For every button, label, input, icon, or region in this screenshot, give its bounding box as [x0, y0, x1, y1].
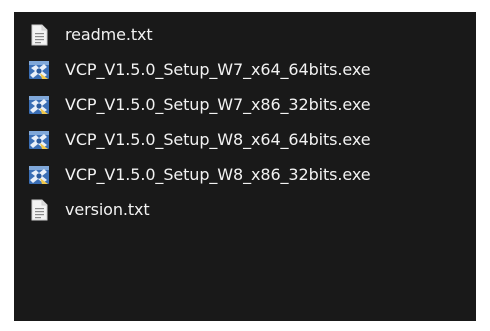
installer-exe-icon: [28, 129, 50, 151]
file-name: VCP_V1.5.0_Setup_W8_x86_32bits.exe: [65, 165, 371, 184]
file-name: VCP_V1.5.0_Setup_W7_x64_64bits.exe: [65, 60, 371, 79]
installer-exe-icon: [28, 164, 50, 186]
installer-exe-icon: [28, 94, 50, 116]
file-list-pane: readme.txt VCP_V1.5.0_Setup_W7_x64_64bit…: [14, 12, 476, 321]
file-item-readme[interactable]: readme.txt: [14, 17, 476, 52]
file-item-exe-w7-x64[interactable]: VCP_V1.5.0_Setup_W7_x64_64bits.exe: [14, 52, 476, 87]
file-item-exe-w8-x86[interactable]: VCP_V1.5.0_Setup_W8_x86_32bits.exe: [14, 157, 476, 192]
file-name: version.txt: [65, 200, 150, 219]
file-item-exe-w8-x64[interactable]: VCP_V1.5.0_Setup_W8_x64_64bits.exe: [14, 122, 476, 157]
installer-exe-icon: [28, 59, 50, 81]
text-file-icon: [28, 199, 50, 221]
file-name: VCP_V1.5.0_Setup_W7_x86_32bits.exe: [65, 95, 371, 114]
file-name: readme.txt: [65, 25, 153, 44]
file-item-exe-w7-x86[interactable]: VCP_V1.5.0_Setup_W7_x86_32bits.exe: [14, 87, 476, 122]
file-item-version[interactable]: version.txt: [14, 192, 476, 227]
file-name: VCP_V1.5.0_Setup_W8_x64_64bits.exe: [65, 130, 371, 149]
text-file-icon: [28, 24, 50, 46]
